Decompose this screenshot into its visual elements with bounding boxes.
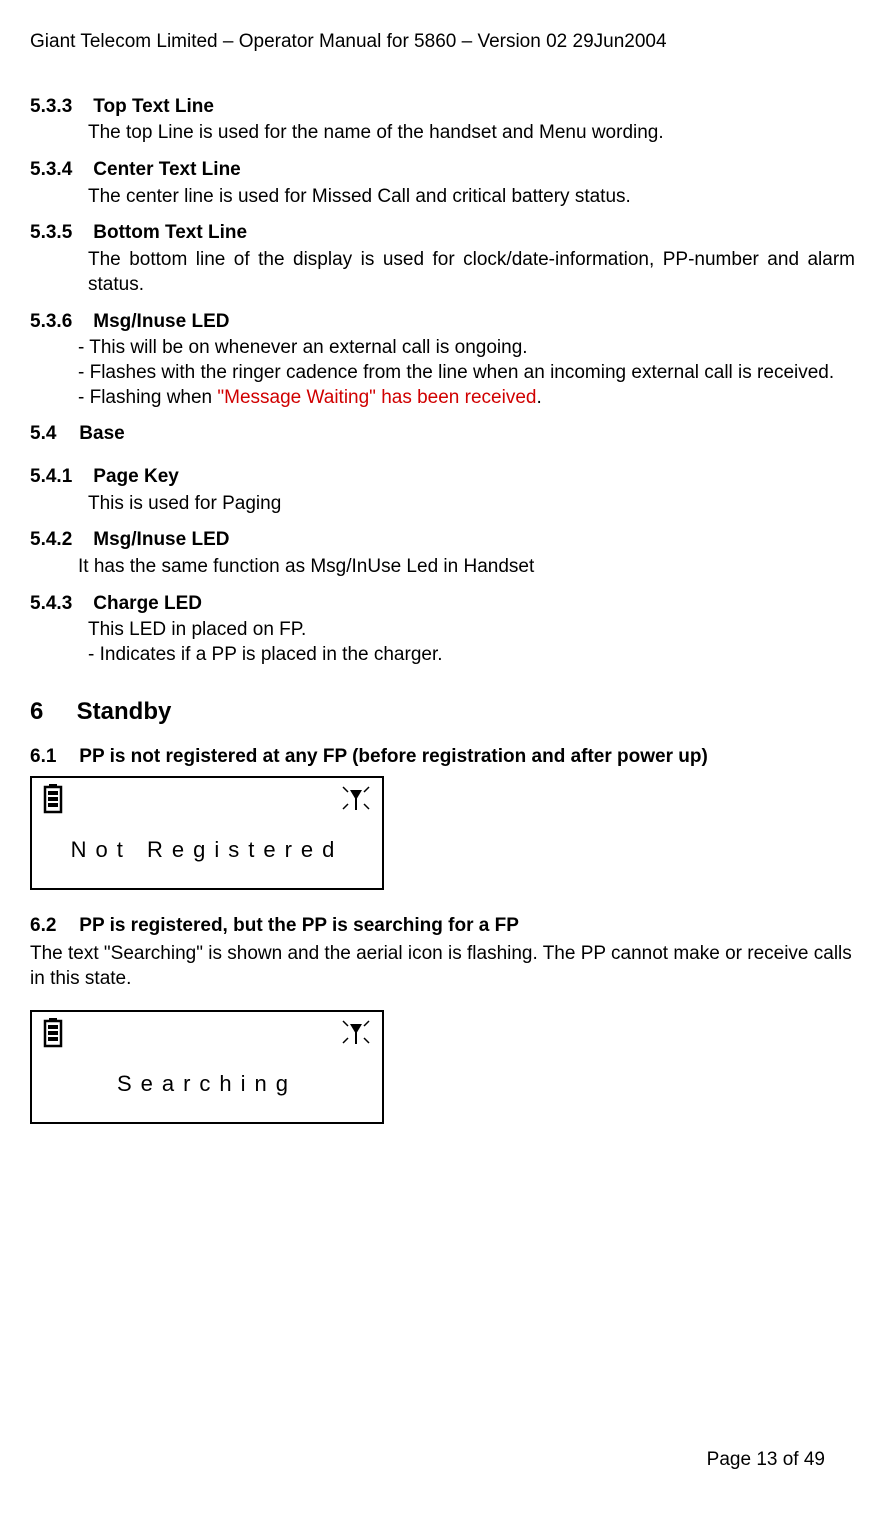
section-body: - This will be on whenever an external c…: [78, 336, 855, 410]
section-body: The bottom line of the display is used f…: [88, 248, 855, 297]
section-body: It has the same function as Msg/InUse Le…: [78, 555, 855, 580]
section-number: 5.3.3: [30, 95, 88, 120]
section-number: 5.3.5: [30, 221, 88, 246]
section-title: Msg/Inuse LED: [93, 529, 229, 550]
section-title: Top Text Line: [93, 96, 214, 117]
section-number: 5.4.1: [30, 465, 88, 490]
antenna-flashing-icon: [340, 1018, 372, 1056]
section-number: 6: [30, 696, 70, 727]
lcd-text: Not Registered: [32, 836, 382, 865]
lcd-text: Searching: [32, 1070, 382, 1099]
section-number: 6.1: [30, 745, 74, 770]
bullet-line: - Flashes with the ringer cadence from t…: [78, 361, 855, 386]
lcd-display-not-registered: Not Registered: [30, 776, 384, 890]
battery-icon: [42, 1018, 64, 1056]
battery-icon: [42, 784, 64, 822]
section-body: The top Line is used for the name of the…: [88, 121, 855, 146]
section-title: PP is registered, but the PP is searchin…: [79, 915, 519, 936]
section-number: 5.4: [30, 422, 74, 447]
text-fragment: - Flashing when: [78, 387, 217, 408]
section-6: 6 Standby: [30, 696, 855, 727]
section-number: 6.2: [30, 914, 74, 939]
section-body: The text "Searching" is shown and the ae…: [30, 942, 855, 991]
bullet-line: - Flashing when "Message Waiting" has be…: [78, 386, 855, 411]
section-title: Msg/Inuse LED: [93, 311, 229, 332]
section-5-3-3: 5.3.3 Top Text Line The top Line is used…: [30, 95, 855, 146]
section-5-3-6: 5.3.6 Msg/Inuse LED - This will be on wh…: [30, 310, 855, 411]
section-title: Bottom Text Line: [93, 222, 247, 243]
section-title: PP is not registered at any FP (before r…: [79, 746, 708, 767]
section-6-1: 6.1 PP is not registered at any FP (befo…: [30, 745, 855, 770]
section-title: Standby: [77, 698, 172, 725]
section-title: Charge LED: [93, 593, 202, 614]
body-line: This LED in placed on FP.: [88, 618, 855, 643]
section-number: 5.3.6: [30, 310, 88, 335]
section-title: Base: [79, 423, 124, 444]
section-5-4-1: 5.4.1 Page Key This is used for Paging: [30, 465, 855, 516]
section-5-4-3: 5.4.3 Charge LED This LED in placed on F…: [30, 592, 855, 668]
bullet-line: - This will be on whenever an external c…: [78, 336, 855, 361]
section-title: Page Key: [93, 466, 179, 487]
document-header: Giant Telecom Limited – Operator Manual …: [30, 30, 855, 55]
section-number: 5.3.4: [30, 158, 88, 183]
section-5-4: 5.4 Base: [30, 422, 855, 447]
section-title: Center Text Line: [93, 159, 240, 180]
highlighted-text: "Message Waiting" has been received: [217, 387, 536, 408]
page-footer: Page 13 of 49: [707, 1448, 825, 1473]
section-body: This is used for Paging: [88, 492, 855, 517]
antenna-flashing-icon: [340, 784, 372, 822]
section-5-3-5: 5.3.5 Bottom Text Line The bottom line o…: [30, 221, 855, 297]
section-body: This LED in placed on FP. - Indicates if…: [88, 618, 855, 667]
bullet-line: - Indicates if a PP is placed in the cha…: [88, 643, 855, 668]
section-5-3-4: 5.3.4 Center Text Line The center line i…: [30, 158, 855, 209]
section-number: 5.4.2: [30, 528, 88, 553]
text-fragment: .: [536, 387, 541, 408]
section-body: The center line is used for Missed Call …: [88, 185, 855, 210]
section-number: 5.4.3: [30, 592, 88, 617]
section-5-4-2: 5.4.2 Msg/Inuse LED It has the same func…: [30, 528, 855, 579]
lcd-display-searching: Searching: [30, 1010, 384, 1124]
section-6-2: 6.2 PP is registered, but the PP is sear…: [30, 914, 855, 939]
